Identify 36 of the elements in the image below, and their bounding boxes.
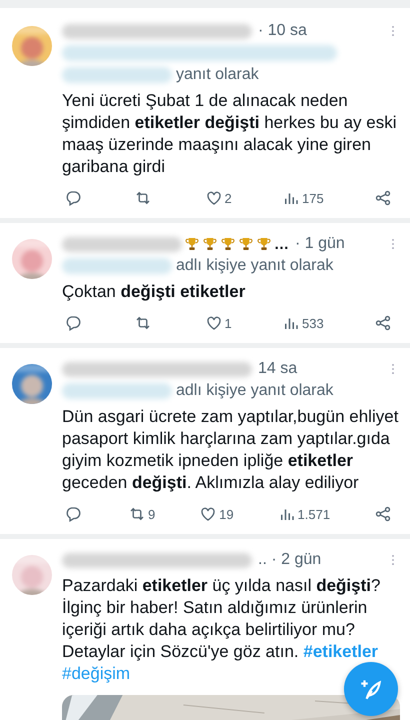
action-button[interactable]: 9: [126, 504, 158, 524]
speech-bubble-icon: [64, 189, 82, 207]
share-icon: [374, 314, 392, 332]
trophy-icon: [184, 235, 200, 253]
tweet-text: Çoktan değişti etiketler: [62, 281, 246, 303]
tweet-text: Dün asgari ücrete zam yaptılar,bugün ehliyet pasaport kimlik harçlarına zam yaptılar.gıda giyim kozmetik ipneden ipliğe etiketler geceden değişti. Aklımızla alay ediliyor: [62, 406, 400, 494]
trophy-icon: [202, 235, 218, 253]
reply-context: yanıt olarak: [176, 66, 259, 84]
action-button[interactable]: 19: [197, 504, 236, 524]
action-button[interactable]: 2: [202, 188, 234, 208]
retweet-icon: [134, 314, 152, 332]
trophy-icon: [256, 235, 272, 253]
compose-button[interactable]: [344, 662, 398, 716]
share-icon: [374, 189, 392, 207]
heart-icon: [204, 314, 223, 332]
retweet-icon: [134, 189, 152, 207]
tweet-text: Yeni ücreti Şubat 1 de alınacak neden şimdiden etiketler değişti herkes bu ay eski maaş üzerinde maaşını alacak yine giren garibana girdi: [62, 90, 398, 178]
heart-icon: [204, 189, 223, 207]
action-button[interactable]: 1.571: [276, 504, 332, 524]
timestamp[interactable]: · 1 gün: [295, 235, 386, 253]
timestamp[interactable]: 14 sa: [258, 360, 386, 378]
timestamp[interactable]: .. · 2 gün: [258, 551, 386, 569]
action-button[interactable]: 1: [202, 313, 234, 333]
reply-context: adlı kişiye yanıt olarak: [176, 382, 334, 400]
share-icon: [374, 505, 392, 523]
timestamp[interactable]: · 10 sa: [258, 22, 386, 40]
action-button[interactable]: 175: [280, 188, 326, 208]
speech-bubble-icon: [64, 505, 82, 523]
heart-icon: [199, 505, 218, 523]
action-button[interactable]: 533: [280, 313, 326, 333]
trophy-icon: [238, 235, 254, 253]
speech-bubble-icon: [64, 314, 82, 332]
reply-context: adlı kişiye yanıt olarak: [176, 257, 334, 275]
name-ellipsis: …: [274, 236, 289, 252]
tweet-text: Pazardaki etiketler üç yılda nasıl değişti? İlginç bir haber! Satın aldığımız ürünlerin içeriği artık daha açıkça belirtiliyor mu? Detaylar için Sözcü'ye göz atın. #etiketler #değişim: [62, 575, 382, 685]
trophy-icon: [220, 235, 236, 253]
